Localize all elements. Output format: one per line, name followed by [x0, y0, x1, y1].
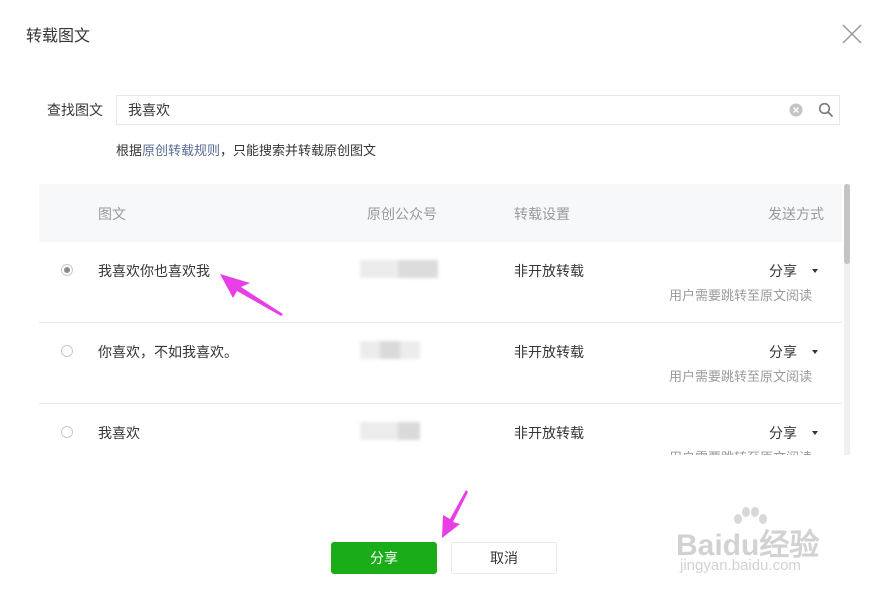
- table-row[interactable]: 你喜欢，不如我喜欢。 非开放转载 分享 用户需要跳转至原文阅读: [39, 323, 842, 404]
- watermark-sub-text: jingyan.baidu.com: [680, 557, 801, 574]
- dialog-title: 转载图文: [26, 26, 91, 45]
- row-setting: 非开放转载: [514, 345, 584, 361]
- share-button[interactable]: 分享: [331, 542, 437, 574]
- row-send-note: 用户需要跳转至原文阅读: [669, 289, 813, 304]
- annotation-arrow-icon: [442, 490, 468, 538]
- header-send-method: 发送方式: [768, 207, 824, 223]
- row-title: 你喜欢，不如我喜欢。: [98, 345, 238, 361]
- chevron-down-icon[interactable]: [812, 350, 818, 354]
- blurred-account: [360, 422, 440, 440]
- chevron-down-icon[interactable]: [812, 269, 818, 273]
- table-row[interactable]: 我喜欢你也喜欢我 非开放转载 分享 用户需要跳转至原文阅读: [39, 242, 842, 323]
- search-box: [116, 95, 840, 125]
- hint-suffix: ，只能搜索并转载原创图文: [220, 144, 377, 159]
- row-title: 我喜欢你也喜欢我: [98, 264, 210, 280]
- blurred-account: [360, 341, 440, 359]
- close-icon[interactable]: [840, 22, 864, 46]
- clear-circle-icon[interactable]: [789, 103, 803, 117]
- row-send-method[interactable]: 分享: [769, 342, 797, 362]
- search-label: 查找图文: [47, 103, 103, 119]
- blurred-account: [360, 260, 440, 278]
- row-radio[interactable]: [61, 264, 73, 276]
- annotation-arrow-icon: [220, 274, 283, 316]
- magnifier-icon[interactable]: [818, 102, 834, 118]
- row-radio[interactable]: [61, 345, 73, 357]
- chevron-down-icon[interactable]: [812, 431, 818, 435]
- row-radio[interactable]: [61, 426, 73, 438]
- row-setting: 非开放转载: [514, 264, 584, 280]
- header-setting: 转载设置: [514, 207, 570, 223]
- row-send-note: 用户需要跳转至原文阅读: [669, 370, 813, 385]
- article-table: 图文 原创公众号 转载设置 发送方式 我喜欢你也喜欢我 非开放转载 分享 用户需…: [39, 184, 850, 455]
- hint-prefix: 根据: [116, 144, 143, 159]
- cancel-button[interactable]: 取消: [451, 542, 557, 574]
- scrollbar-thumb[interactable]: [844, 184, 850, 264]
- header-account: 原创公众号: [367, 207, 437, 223]
- search-input[interactable]: [128, 96, 778, 124]
- row-send-note: 用户需要跳转至原文阅读: [669, 447, 812, 455]
- watermark: Baidu经验 jingyan.baidu.com: [676, 505, 846, 585]
- search-hint: 根据原创转载规则，只能搜索并转载原创图文: [116, 140, 376, 159]
- transfer-rules-link[interactable]: 原创转载规则: [142, 144, 220, 159]
- row-send-method[interactable]: 分享: [769, 261, 797, 281]
- table-row[interactable]: 我喜欢 非开放转载 分享 用户需要跳转至原文阅读: [39, 404, 842, 455]
- row-setting: 非开放转载: [514, 426, 584, 442]
- table-header: 图文 原创公众号 转载设置 发送方式: [39, 184, 842, 242]
- row-title: 我喜欢: [98, 426, 140, 442]
- row-send-method[interactable]: 分享: [769, 423, 797, 443]
- header-article: 图文: [98, 207, 126, 223]
